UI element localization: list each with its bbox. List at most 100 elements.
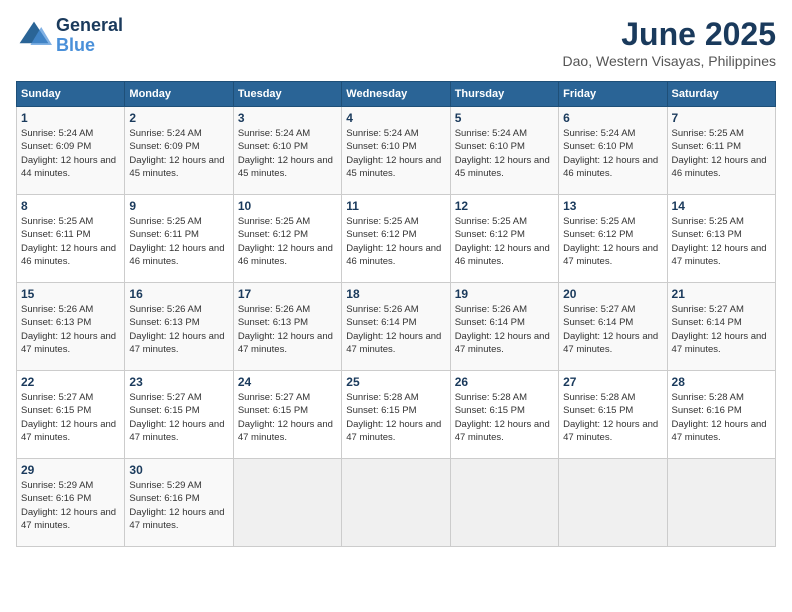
table-row: 20 Sunrise: 5:27 AMSunset: 6:14 PMDaylig… <box>559 283 667 371</box>
day-info: Sunrise: 5:24 AMSunset: 6:10 PMDaylight:… <box>238 127 337 180</box>
col-sunday: Sunday <box>17 82 125 107</box>
col-thursday: Thursday <box>450 82 558 107</box>
day-number: 7 <box>672 111 771 125</box>
day-number: 15 <box>21 287 120 301</box>
day-number: 11 <box>346 199 445 213</box>
day-info: Sunrise: 5:29 AMSunset: 6:16 PMDaylight:… <box>129 479 228 532</box>
day-number: 5 <box>455 111 554 125</box>
logo: General Blue <box>16 16 123 56</box>
day-number: 14 <box>672 199 771 213</box>
day-info: Sunrise: 5:24 AMSunset: 6:10 PMDaylight:… <box>563 127 662 180</box>
table-row <box>559 459 667 547</box>
day-number: 24 <box>238 375 337 389</box>
table-row: 22 Sunrise: 5:27 AMSunset: 6:15 PMDaylig… <box>17 371 125 459</box>
table-row <box>342 459 450 547</box>
day-info: Sunrise: 5:26 AMSunset: 6:13 PMDaylight:… <box>21 303 120 356</box>
day-number: 18 <box>346 287 445 301</box>
day-info: Sunrise: 5:25 AMSunset: 6:12 PMDaylight:… <box>455 215 554 268</box>
day-number: 1 <box>21 111 120 125</box>
day-info: Sunrise: 5:28 AMSunset: 6:15 PMDaylight:… <box>455 391 554 444</box>
table-row: 27 Sunrise: 5:28 AMSunset: 6:15 PMDaylig… <box>559 371 667 459</box>
table-row: 19 Sunrise: 5:26 AMSunset: 6:14 PMDaylig… <box>450 283 558 371</box>
table-row: 7 Sunrise: 5:25 AMSunset: 6:11 PMDayligh… <box>667 107 775 195</box>
day-info: Sunrise: 5:27 AMSunset: 6:15 PMDaylight:… <box>129 391 228 444</box>
table-row: 26 Sunrise: 5:28 AMSunset: 6:15 PMDaylig… <box>450 371 558 459</box>
day-info: Sunrise: 5:26 AMSunset: 6:13 PMDaylight:… <box>129 303 228 356</box>
table-row: 13 Sunrise: 5:25 AMSunset: 6:12 PMDaylig… <box>559 195 667 283</box>
table-row: 29 Sunrise: 5:29 AMSunset: 6:16 PMDaylig… <box>17 459 125 547</box>
day-number: 21 <box>672 287 771 301</box>
location-subtitle: Dao, Western Visayas, Philippines <box>563 53 776 69</box>
day-info: Sunrise: 5:28 AMSunset: 6:15 PMDaylight:… <box>563 391 662 444</box>
day-info: Sunrise: 5:25 AMSunset: 6:11 PMDaylight:… <box>129 215 228 268</box>
table-row: 25 Sunrise: 5:28 AMSunset: 6:15 PMDaylig… <box>342 371 450 459</box>
day-info: Sunrise: 5:27 AMSunset: 6:14 PMDaylight:… <box>672 303 771 356</box>
table-row: 9 Sunrise: 5:25 AMSunset: 6:11 PMDayligh… <box>125 195 233 283</box>
table-row: 24 Sunrise: 5:27 AMSunset: 6:15 PMDaylig… <box>233 371 341 459</box>
table-row: 1 Sunrise: 5:24 AMSunset: 6:09 PMDayligh… <box>17 107 125 195</box>
table-row: 11 Sunrise: 5:25 AMSunset: 6:12 PMDaylig… <box>342 195 450 283</box>
day-number: 26 <box>455 375 554 389</box>
day-number: 10 <box>238 199 337 213</box>
table-row: 16 Sunrise: 5:26 AMSunset: 6:13 PMDaylig… <box>125 283 233 371</box>
table-row: 5 Sunrise: 5:24 AMSunset: 6:10 PMDayligh… <box>450 107 558 195</box>
day-info: Sunrise: 5:26 AMSunset: 6:13 PMDaylight:… <box>238 303 337 356</box>
day-number: 29 <box>21 463 120 477</box>
table-row: 12 Sunrise: 5:25 AMSunset: 6:12 PMDaylig… <box>450 195 558 283</box>
day-info: Sunrise: 5:24 AMSunset: 6:09 PMDaylight:… <box>21 127 120 180</box>
table-row: 21 Sunrise: 5:27 AMSunset: 6:14 PMDaylig… <box>667 283 775 371</box>
col-saturday: Saturday <box>667 82 775 107</box>
day-number: 4 <box>346 111 445 125</box>
table-row: 4 Sunrise: 5:24 AMSunset: 6:10 PMDayligh… <box>342 107 450 195</box>
col-tuesday: Tuesday <box>233 82 341 107</box>
day-number: 9 <box>129 199 228 213</box>
day-info: Sunrise: 5:28 AMSunset: 6:15 PMDaylight:… <box>346 391 445 444</box>
table-row <box>450 459 558 547</box>
day-info: Sunrise: 5:25 AMSunset: 6:12 PMDaylight:… <box>346 215 445 268</box>
day-number: 6 <box>563 111 662 125</box>
day-info: Sunrise: 5:24 AMSunset: 6:10 PMDaylight:… <box>455 127 554 180</box>
day-number: 25 <box>346 375 445 389</box>
day-number: 30 <box>129 463 228 477</box>
day-info: Sunrise: 5:28 AMSunset: 6:16 PMDaylight:… <box>672 391 771 444</box>
day-info: Sunrise: 5:25 AMSunset: 6:13 PMDaylight:… <box>672 215 771 268</box>
table-row: 18 Sunrise: 5:26 AMSunset: 6:14 PMDaylig… <box>342 283 450 371</box>
day-info: Sunrise: 5:27 AMSunset: 6:15 PMDaylight:… <box>238 391 337 444</box>
day-info: Sunrise: 5:25 AMSunset: 6:12 PMDaylight:… <box>238 215 337 268</box>
table-row: 15 Sunrise: 5:26 AMSunset: 6:13 PMDaylig… <box>17 283 125 371</box>
logo-icon <box>16 18 52 54</box>
day-number: 23 <box>129 375 228 389</box>
table-row: 2 Sunrise: 5:24 AMSunset: 6:09 PMDayligh… <box>125 107 233 195</box>
day-info: Sunrise: 5:26 AMSunset: 6:14 PMDaylight:… <box>455 303 554 356</box>
title-block: June 2025 Dao, Western Visayas, Philippi… <box>563 16 776 69</box>
day-number: 2 <box>129 111 228 125</box>
day-info: Sunrise: 5:25 AMSunset: 6:11 PMDaylight:… <box>672 127 771 180</box>
day-number: 19 <box>455 287 554 301</box>
day-number: 3 <box>238 111 337 125</box>
day-number: 13 <box>563 199 662 213</box>
day-info: Sunrise: 5:25 AMSunset: 6:12 PMDaylight:… <box>563 215 662 268</box>
logo-text: General Blue <box>56 16 123 56</box>
day-number: 22 <box>21 375 120 389</box>
day-info: Sunrise: 5:27 AMSunset: 6:15 PMDaylight:… <box>21 391 120 444</box>
table-row: 30 Sunrise: 5:29 AMSunset: 6:16 PMDaylig… <box>125 459 233 547</box>
day-number: 28 <box>672 375 771 389</box>
day-number: 12 <box>455 199 554 213</box>
table-row: 6 Sunrise: 5:24 AMSunset: 6:10 PMDayligh… <box>559 107 667 195</box>
day-info: Sunrise: 5:24 AMSunset: 6:09 PMDaylight:… <box>129 127 228 180</box>
table-row: 28 Sunrise: 5:28 AMSunset: 6:16 PMDaylig… <box>667 371 775 459</box>
table-row: 3 Sunrise: 5:24 AMSunset: 6:10 PMDayligh… <box>233 107 341 195</box>
table-row <box>233 459 341 547</box>
day-number: 27 <box>563 375 662 389</box>
header: General Blue June 2025 Dao, Western Visa… <box>16 16 776 69</box>
table-row <box>667 459 775 547</box>
day-info: Sunrise: 5:29 AMSunset: 6:16 PMDaylight:… <box>21 479 120 532</box>
day-info: Sunrise: 5:25 AMSunset: 6:11 PMDaylight:… <box>21 215 120 268</box>
day-number: 17 <box>238 287 337 301</box>
day-number: 16 <box>129 287 228 301</box>
table-row: 10 Sunrise: 5:25 AMSunset: 6:12 PMDaylig… <box>233 195 341 283</box>
calendar-table: Sunday Monday Tuesday Wednesday Thursday… <box>16 81 776 547</box>
table-row: 14 Sunrise: 5:25 AMSunset: 6:13 PMDaylig… <box>667 195 775 283</box>
day-number: 20 <box>563 287 662 301</box>
col-friday: Friday <box>559 82 667 107</box>
